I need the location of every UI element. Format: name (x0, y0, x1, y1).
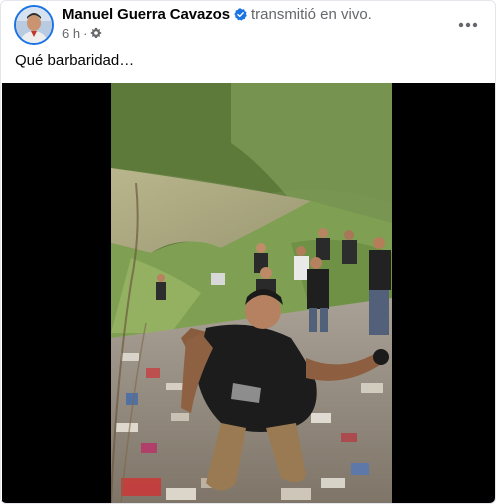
post-message: Qué barbaridad… (15, 52, 135, 69)
post-card: Manuel Guerra Cavazos transmitió en vivo… (0, 0, 496, 504)
more-options-button[interactable] (450, 7, 486, 43)
author-line: Manuel Guerra Cavazos transmitió en vivo… (62, 5, 372, 23)
post-meta: 6 h · (62, 25, 102, 41)
video-thumbnail-image (111, 83, 392, 503)
meta-separator: · (83, 25, 88, 41)
post-timestamp[interactable]: 6 h (62, 26, 80, 41)
live-video-player[interactable] (2, 83, 495, 503)
verified-badge-icon (234, 7, 247, 21)
more-horizontal-icon (458, 22, 478, 28)
live-action-text: transmitió en vivo. (250, 5, 372, 23)
gear-icon[interactable] (90, 27, 102, 39)
post-header: Manuel Guerra Cavazos transmitió en vivo… (1, 1, 495, 45)
video-frame[interactable] (111, 83, 392, 503)
author-avatar[interactable] (14, 5, 54, 45)
avatar-image (16, 7, 52, 43)
author-name[interactable]: Manuel Guerra Cavazos (62, 6, 230, 23)
